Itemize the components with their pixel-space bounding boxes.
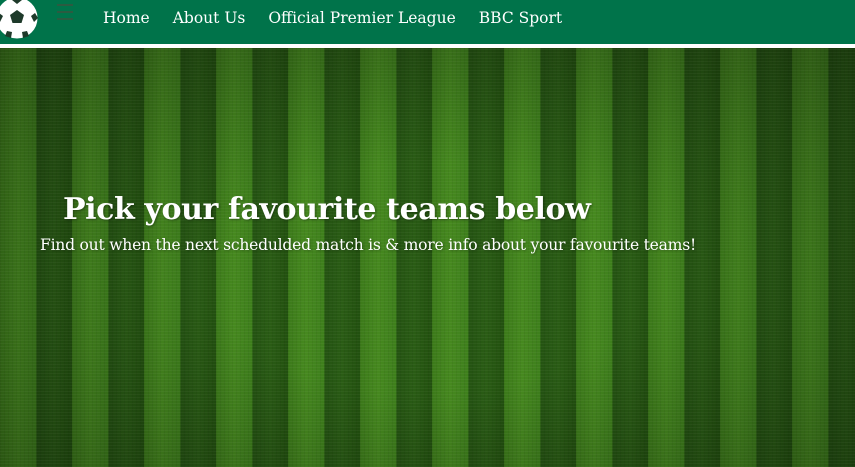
hamburger-menu-icon[interactable] xyxy=(57,4,73,24)
nav-link-home[interactable]: Home xyxy=(103,9,150,27)
nav-link-about-us[interactable]: About Us xyxy=(173,9,246,27)
nav-link-bbc-sport[interactable]: BBC Sport xyxy=(479,9,562,27)
football-icon[interactable] xyxy=(0,0,39,40)
hero-banner xyxy=(0,48,855,467)
page: Home About Us Official Premier League BB… xyxy=(0,0,855,467)
grass-pitch-background xyxy=(0,48,855,467)
navbar: Home About Us Official Premier League BB… xyxy=(0,0,855,44)
nav-links: Home About Us Official Premier League BB… xyxy=(92,0,574,36)
hero-subtitle: Find out when the next schedulded match … xyxy=(40,236,696,254)
hero-title: Pick your favourite teams below xyxy=(63,192,591,227)
nav-link-official-premier-league[interactable]: Official Premier League xyxy=(268,9,455,27)
